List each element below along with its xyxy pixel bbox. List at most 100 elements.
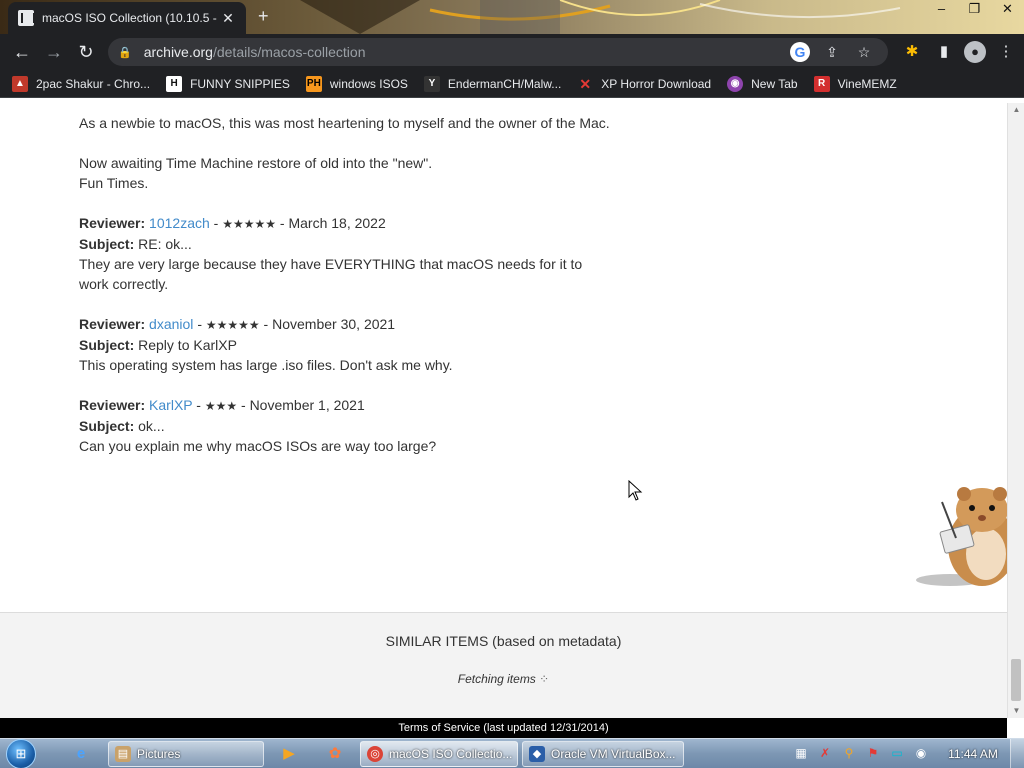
start-button[interactable]: ⊞ xyxy=(6,739,46,768)
tab-close-icon[interactable]: ✕ xyxy=(220,10,236,27)
review-body: They are very large because they have EV… xyxy=(79,256,583,292)
virtualbox-icon: ◆ xyxy=(529,746,545,762)
fetching-text: Fetching items xyxy=(457,672,536,686)
profile-avatar-icon[interactable]: ● xyxy=(964,41,986,63)
ph-logo-icon: PH xyxy=(305,75,322,92)
tab-active[interactable]: macOS ISO Collection (10.10.5 - ✕ xyxy=(8,2,246,34)
similar-items-section: SIMILAR ITEMS (based on metadata) Fetchi… xyxy=(0,612,1007,718)
window-controls: – ❐ ✕ xyxy=(925,0,1024,20)
reviewer-label: Reviewer: xyxy=(79,316,146,332)
browser-title-bar: macOS ISO Collection (10.10.5 - ✕ + – ❐ … xyxy=(0,0,1024,34)
photo-icon: ▲ xyxy=(12,75,28,92)
similar-items-title: SIMILAR ITEMS (based on metadata) xyxy=(385,633,622,649)
scroll-thumb[interactable] xyxy=(1011,659,1021,701)
reviews-section: As a newbie to macOS, this was most hear… xyxy=(79,103,639,456)
bookmark-label: FUNNY SNIPPIES xyxy=(190,76,290,91)
taskbar-label: Pictures xyxy=(137,747,181,761)
bookmark-label: New Tab xyxy=(751,76,798,91)
address-bar[interactable]: 🔒 archive.org /details/macos-collection … xyxy=(108,38,888,66)
vertical-scrollbar[interactable]: ▲ ▼ xyxy=(1007,103,1024,718)
reviewer-link[interactable]: dxaniol xyxy=(149,316,193,332)
share-icon[interactable]: ⇪ xyxy=(822,42,842,62)
minimize-icon[interactable]: – xyxy=(925,0,958,20)
loading-spinner-icon: ⁘ xyxy=(539,672,550,686)
restore-icon[interactable]: ❐ xyxy=(958,0,991,20)
review-date: November 30, 2021 xyxy=(272,316,396,332)
extensions-puzzle-icon[interactable]: ✱ xyxy=(900,38,924,66)
scroll-down-arrow-icon[interactable]: ▼ xyxy=(1008,704,1024,718)
media-player-icon[interactable]: ▶ xyxy=(272,742,306,766)
bookmark-new-tab[interactable]: ◉ New Tab xyxy=(727,75,798,92)
back-button[interactable]: ← xyxy=(6,36,38,68)
taskbar-chrome[interactable]: ◎ macOS ISO Collectio... xyxy=(360,741,518,767)
close-window-icon[interactable]: ✕ xyxy=(991,0,1024,20)
bookmark-funny-snippies[interactable]: H FUNNY SNIPPIES xyxy=(166,75,290,92)
review-subject: Subject: Reply to KarlXP xyxy=(79,335,639,355)
review-text: Now awaiting Time Machine restore of old… xyxy=(79,155,433,171)
reviewer-link[interactable]: 1012zach xyxy=(149,215,210,231)
tray-monitor-icon[interactable]: ▭ xyxy=(888,743,906,763)
reload-button[interactable]: ↻ xyxy=(70,36,102,68)
show-desktop-button[interactable] xyxy=(1010,739,1024,768)
lock-icon[interactable]: 🔒 xyxy=(118,46,132,59)
url-path: /details/macos-collection xyxy=(212,44,366,60)
bookmark-star-icon[interactable]: ☆ xyxy=(854,42,874,62)
reviewer-link[interactable]: KarlXP xyxy=(149,397,192,413)
paint-icon[interactable]: ✿ xyxy=(318,742,352,766)
taskbar-virtualbox[interactable]: ◆ Oracle VM VirtualBox... xyxy=(522,741,684,767)
taskbar-label: macOS ISO Collectio... xyxy=(389,747,513,761)
chrome-icon: ◎ xyxy=(367,746,383,762)
scroll-up-arrow-icon[interactable]: ▲ xyxy=(1008,103,1024,117)
star-rating: ★★★ xyxy=(204,399,238,413)
terms-footer: Terms of Service (last updated 12/31/201… xyxy=(0,718,1007,738)
side-panel-icon[interactable]: ▮ xyxy=(932,38,956,66)
google-translate-icon[interactable]: G xyxy=(790,42,810,62)
subject-label: Subject: xyxy=(79,337,135,353)
review-header: Reviewer: 1012zach - ★★★★★ - March 18, 2… xyxy=(79,215,386,231)
bookmark-xp-horror[interactable]: ✕ XP Horror Download xyxy=(577,76,711,92)
bookmarks-bar: ▲ 2pac Shakur - Chro... H FUNNY SNIPPIES… xyxy=(0,70,1024,98)
windows-taskbar: ⊞ e ▤ Pictures ▶ ✿ ◎ macOS ISO Collectio… xyxy=(0,738,1024,768)
reviewer-label: Reviewer: xyxy=(79,397,146,413)
taskbar-label: Oracle VM VirtualBox... xyxy=(551,747,676,761)
mouse-cursor-icon xyxy=(628,480,643,501)
terms-of-service-link[interactable]: Terms of Service (last updated 12/31/201… xyxy=(398,722,608,734)
subject-text: ok... xyxy=(138,418,165,434)
bookmark-label: VineMEMZ xyxy=(837,76,897,91)
tray-search-icon[interactable]: ⚲ xyxy=(840,743,858,763)
menu-kebab-icon[interactable]: ⋮ xyxy=(994,38,1018,66)
h-logo-icon: H xyxy=(166,75,183,92)
fetching-status: Fetching items ⁘ xyxy=(0,672,1007,686)
tray-app-icon[interactable]: ▦ xyxy=(792,743,810,763)
review-text: As a newbie to macOS, this was most hear… xyxy=(79,115,610,131)
bookmark-endermanch[interactable]: Y EndermanCH/Malw... xyxy=(423,75,561,92)
internet-explorer-icon[interactable]: e xyxy=(64,742,98,766)
subject-text: RE: ok... xyxy=(138,236,192,252)
globe-icon: ◉ xyxy=(727,75,744,92)
url-host: archive.org xyxy=(143,44,213,60)
r-logo-icon: R xyxy=(813,75,830,92)
bookmark-vinememz[interactable]: R VineMEMZ xyxy=(813,75,897,92)
bookmark-label: windows ISOS xyxy=(329,76,408,91)
tray-x-icon[interactable]: ✗ xyxy=(816,743,834,763)
yp-logo-icon: Y xyxy=(423,75,440,92)
review-date: March 18, 2022 xyxy=(288,215,386,231)
archive-favicon-icon xyxy=(18,10,35,26)
new-tab-button[interactable]: + xyxy=(258,6,269,27)
system-tray: ▦ ✗ ⚲ ⚑ ▭ ◉ xyxy=(792,743,930,763)
subject-label: Subject: xyxy=(79,418,135,434)
star-rating: ★★★★★ xyxy=(205,318,260,332)
subject-label: Subject: xyxy=(79,236,135,252)
tray-flag-icon[interactable]: ⚑ xyxy=(864,743,882,763)
taskbar-pictures[interactable]: ▤ Pictures xyxy=(108,741,264,767)
review-body: This operating system has large .iso fil… xyxy=(79,357,453,373)
bookmark-windows-isos[interactable]: PH windows ISOS xyxy=(305,75,408,92)
taskbar-clock[interactable]: 11:44 AM xyxy=(940,739,1006,768)
hamster-sticker-image xyxy=(916,487,1007,586)
tray-volume-icon[interactable]: ◉ xyxy=(912,743,930,763)
review-header: Reviewer: dxaniol - ★★★★★ - November 30,… xyxy=(79,316,396,332)
review-subject: Subject: RE: ok... xyxy=(79,234,639,254)
forward-button[interactable]: → xyxy=(38,36,70,68)
review-date: November 1, 2021 xyxy=(249,397,365,413)
bookmark-2pac[interactable]: ▲ 2pac Shakur - Chro... xyxy=(12,75,150,92)
